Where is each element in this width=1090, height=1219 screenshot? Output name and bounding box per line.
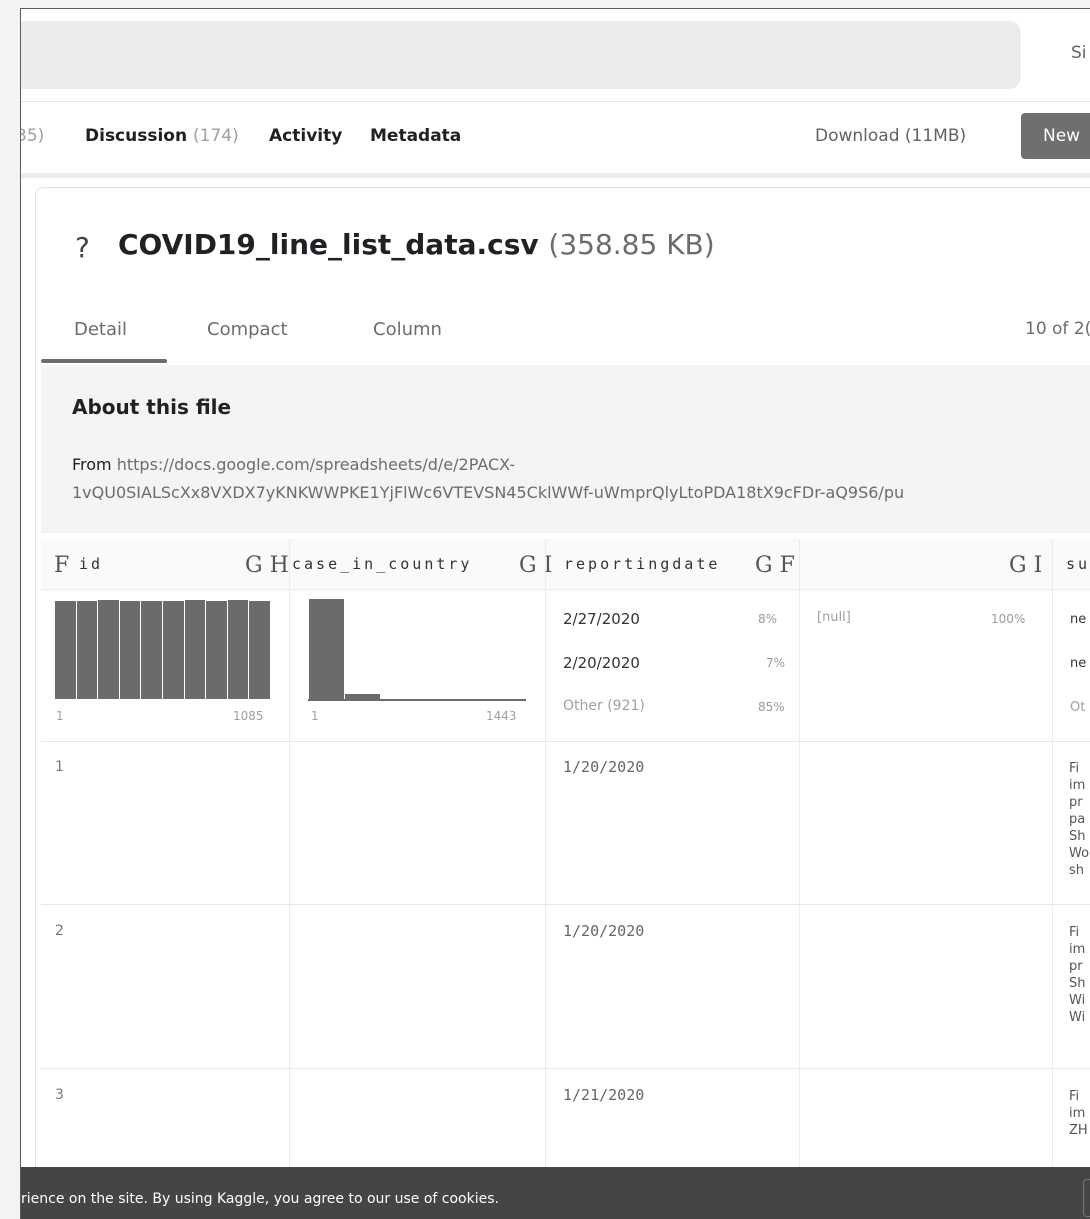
- cookie-message: rience on the site. By using Kaggle, you…: [21, 1191, 499, 1207]
- histogram-bar[interactable]: [76, 601, 98, 699]
- divider: [21, 173, 1090, 178]
- null-value-percent: 100%: [991, 612, 1026, 626]
- hist-max-label: 1085: [233, 709, 264, 723]
- file-size: (358.85 KB): [548, 228, 715, 261]
- histogram-bar[interactable]: [141, 601, 162, 699]
- tab-label: Discussion: [85, 126, 188, 146]
- tab-notebooks[interactable]: 35): [21, 126, 45, 146]
- cookie-accept-button[interactable]: [1083, 1179, 1090, 1217]
- tab-column[interactable]: Column: [373, 319, 442, 340]
- cell-id: 2: [55, 923, 64, 939]
- cell-summary: Fi im pr Sh Wi Wi: [1069, 925, 1086, 1025]
- file-title: COVID19_line_list_data.csv (358.85 KB): [118, 228, 715, 261]
- column-header-id[interactable]: id: [79, 555, 103, 573]
- column-count: 10 of 2(: [1025, 319, 1090, 339]
- histogram-bar[interactable]: [206, 601, 227, 699]
- column-actions-icons[interactable]: G H: [245, 553, 289, 578]
- other-values: Ot: [1070, 700, 1086, 715]
- tab-activity[interactable]: Activity: [269, 126, 342, 146]
- tab-count: 35): [21, 126, 45, 146]
- divider: [21, 101, 1090, 102]
- histogram-bar[interactable]: [163, 601, 184, 699]
- hist-min-label: 1: [311, 709, 319, 723]
- search-bar[interactable]: [21, 21, 1021, 89]
- column-divider: [545, 539, 546, 1219]
- column-divider: [289, 539, 290, 1219]
- histogram-bar[interactable]: [119, 601, 141, 699]
- about-source-line-2[interactable]: 1vQU0SIALScXx8VXDX7yKNKWWPKE1YjFlWc6VTEV…: [72, 483, 904, 502]
- hist-max-label: 1443: [486, 709, 517, 723]
- column-actions-icons[interactable]: G I: [1009, 553, 1042, 578]
- cell-summary: Fi im ZH: [1069, 1089, 1088, 1138]
- column-divider: [1052, 539, 1053, 1219]
- about-panel: [41, 365, 1090, 533]
- top-value: 2/20/2020: [563, 654, 640, 672]
- column-actions-icons[interactable]: G I: [519, 553, 552, 578]
- tab-discussion[interactable]: Discussion (174): [85, 126, 239, 146]
- cell-reportingdate: 1/20/2020: [563, 922, 645, 940]
- top-value: ne: [1070, 656, 1087, 671]
- about-source-line: From https://docs.google.com/spreadsheet…: [72, 455, 515, 474]
- about-title: About this file: [72, 395, 232, 419]
- hist-baseline: [308, 699, 526, 701]
- top-value: ne: [1070, 612, 1087, 627]
- numeric-type-icon: F: [54, 553, 70, 578]
- file-type-icon: ?: [75, 231, 90, 264]
- row-divider: [41, 1068, 1090, 1069]
- histogram-bar[interactable]: [184, 600, 206, 699]
- row-divider: [41, 741, 1090, 742]
- column-actions-icons[interactable]: G F: [755, 553, 795, 578]
- column-header-summary[interactable]: su: [1066, 555, 1090, 573]
- browser-page: Si 35) Discussion (174) Activity Metadat…: [20, 8, 1090, 1219]
- histogram-bar[interactable]: [309, 599, 344, 699]
- cell-reportingdate: 1/20/2020: [563, 758, 645, 776]
- histogram-bar[interactable]: [98, 600, 119, 699]
- tab-compact[interactable]: Compact: [207, 319, 288, 340]
- column-divider: [799, 539, 800, 1219]
- other-values-percent: 85%: [758, 700, 785, 714]
- column-header-reportingdate[interactable]: reportingdate: [564, 555, 720, 573]
- cell-id: 3: [55, 1087, 64, 1103]
- column-header-case-in-country[interactable]: case_in_country: [292, 555, 472, 573]
- cell-id: 1: [55, 759, 64, 775]
- file-name: COVID19_line_list_data.csv: [118, 228, 539, 261]
- download-button[interactable]: Download (11MB): [815, 126, 966, 146]
- new-notebook-button[interactable]: New: [1021, 113, 1090, 159]
- hist-min-label: 1: [56, 709, 64, 723]
- histogram-bar[interactable]: [227, 600, 249, 699]
- from-label: From: [72, 455, 112, 474]
- tab-detail[interactable]: Detail: [74, 319, 127, 340]
- top-value: 2/27/2020: [563, 610, 640, 628]
- other-values: Other (921): [563, 698, 645, 714]
- sign-in-link[interactable]: Si: [1071, 43, 1087, 63]
- top-value-percent: 8%: [758, 612, 778, 626]
- tab-count: (174): [193, 126, 239, 146]
- top-value-percent: 7%: [766, 656, 786, 670]
- tab-metadata[interactable]: Metadata: [370, 126, 461, 146]
- histogram-bar[interactable]: [249, 601, 270, 699]
- row-divider: [41, 904, 1090, 905]
- cell-summary: Fi im pr pa Sh Wo sh: [1069, 761, 1090, 878]
- null-value: [null]: [817, 610, 851, 625]
- active-tab-indicator: [41, 359, 167, 363]
- histogram-bar[interactable]: [55, 601, 76, 699]
- source-url[interactable]: https://docs.google.com/spreadsheets/d/e…: [112, 455, 515, 474]
- cell-reportingdate: 1/21/2020: [563, 1086, 645, 1104]
